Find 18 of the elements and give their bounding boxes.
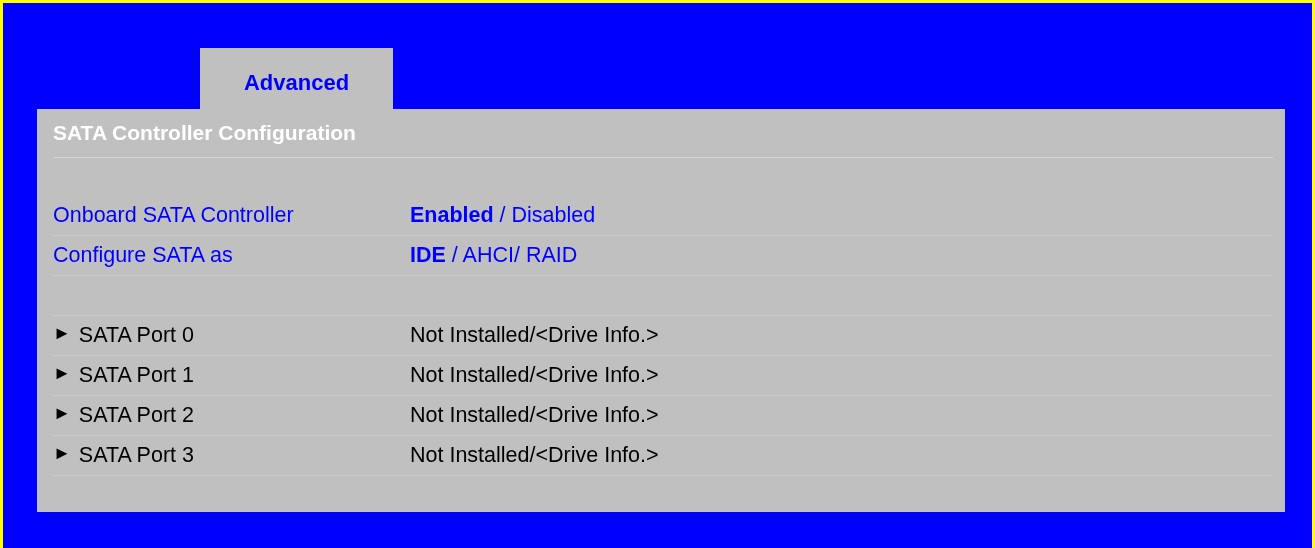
panel-title: SATA Controller Configuration xyxy=(53,109,1273,158)
submenu-value: Not Installed/<Drive Info.> xyxy=(410,443,659,468)
submenu-label[interactable]: SATA Port 2 xyxy=(78,403,194,428)
submenu-value: Not Installed/<Drive Info.> xyxy=(410,403,659,428)
submenu-value: Not Installed/<Drive Info.> xyxy=(410,363,659,388)
setting-value[interactable]: Enabled / Disabled xyxy=(410,203,596,228)
arrow-icon: ► xyxy=(53,443,71,468)
submenu-label[interactable]: SATA Port 3 xyxy=(78,443,194,468)
arrow-icon: ► xyxy=(53,323,71,348)
submenu-value: Not Installed/<Drive Info.> xyxy=(410,323,659,348)
arrow-icon: ► xyxy=(53,363,71,388)
arrow-icon: ► xyxy=(53,403,71,428)
setting-label[interactable]: Configure SATA as xyxy=(53,243,410,268)
submenu-label[interactable]: SATA Port 0 xyxy=(78,323,194,348)
setting-label[interactable]: Onboard SATA Controller xyxy=(53,203,410,228)
setting-value[interactable]: IDE / AHCI/ RAID xyxy=(410,243,578,268)
submenu-label[interactable]: SATA Port 1 xyxy=(78,363,194,388)
tab[interactable]: Advanced xyxy=(200,48,393,109)
